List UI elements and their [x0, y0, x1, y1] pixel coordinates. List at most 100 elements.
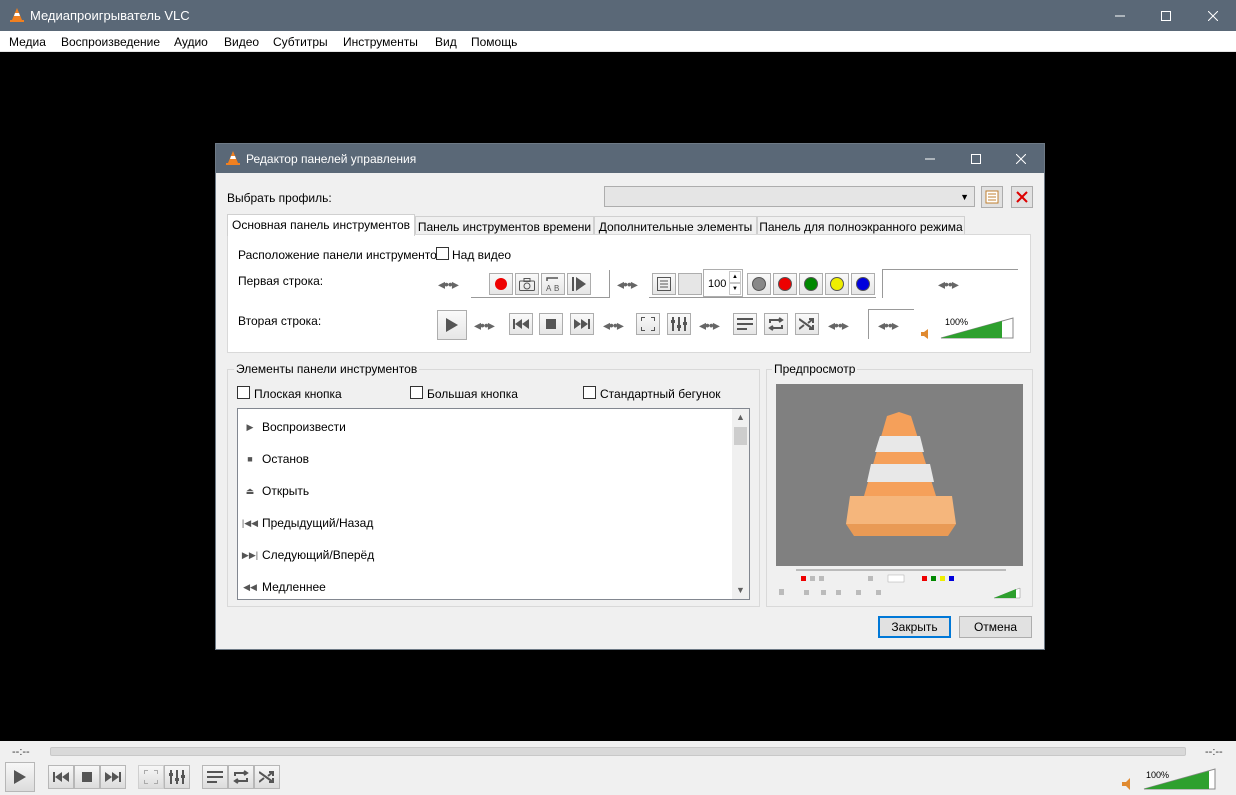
vlc-cone-icon — [225, 150, 241, 169]
stop-icon — [546, 319, 556, 329]
scroll-up-icon[interactable]: ▲ — [732, 409, 749, 426]
green-button[interactable] — [799, 273, 823, 295]
volume-slider[interactable] — [1143, 768, 1216, 790]
close-button[interactable]: Закрыть — [878, 616, 951, 638]
next-button[interactable] — [100, 765, 126, 789]
tab-advanced-widget[interactable]: Дополнительные элементы — [594, 216, 757, 236]
volume-speaker-icon — [921, 328, 933, 342]
spacer-icon[interactable]: ◂••▸ — [617, 276, 638, 293]
profile-select[interactable]: ▼ — [604, 186, 975, 207]
gray-button[interactable] — [747, 273, 771, 295]
dialog-minimize-button[interactable] — [907, 144, 953, 173]
new-profile-button[interactable] — [981, 186, 1003, 208]
list-item[interactable]: ■ Останов — [238, 443, 733, 475]
menu-help[interactable]: Помощь — [471, 35, 517, 49]
stop-button[interactable] — [539, 313, 563, 335]
stop-icon: ■ — [247, 454, 253, 464]
previous-icon — [53, 772, 69, 782]
list-item[interactable]: ◀◀ Медленнее — [238, 571, 733, 599]
list-item[interactable]: ▶ Воспроизвести — [238, 411, 733, 443]
menu-playback[interactable]: Воспроизведение — [61, 35, 160, 49]
spin-up-icon[interactable]: ▲ — [729, 271, 741, 283]
minimize-button[interactable] — [1097, 0, 1143, 31]
loop-button[interactable] — [228, 765, 254, 789]
tab-time-toolbar[interactable]: Панель инструментов времени — [415, 216, 594, 236]
red-dot-icon — [778, 277, 792, 291]
playlist-button[interactable] — [202, 765, 228, 789]
speed-spinbox[interactable]: 100 ▲ ▼ — [703, 269, 743, 297]
menu-subtitles[interactable]: Субтитры — [273, 35, 328, 49]
dialog-maximize-button[interactable] — [953, 144, 999, 173]
cancel-button[interactable]: Отмена — [959, 616, 1032, 638]
above-video-checkbox[interactable] — [436, 247, 449, 260]
extended-settings-button[interactable] — [164, 765, 190, 789]
menu-media[interactable]: Медиа — [9, 35, 46, 49]
list-item[interactable]: ▶▶| Следующий/Вперёд — [238, 539, 733, 571]
spacer-icon[interactable]: ◂••▸ — [699, 317, 720, 334]
scroll-down-icon[interactable]: ▼ — [732, 582, 749, 599]
row1-label: Первая строка: — [238, 274, 324, 288]
yellow-button[interactable] — [825, 273, 849, 295]
flat-button-checkbox[interactable] — [237, 386, 250, 399]
fullscreen-button[interactable] — [636, 313, 660, 335]
play-button[interactable] — [5, 762, 35, 792]
seek-slider[interactable] — [50, 747, 1186, 756]
fullscreen-button[interactable] — [138, 765, 164, 789]
tab-main-toolbar[interactable]: Основная панель инструментов — [227, 214, 415, 236]
record-button[interactable] — [489, 273, 513, 295]
spacer-icon[interactable]: ◂••▸ — [438, 276, 459, 293]
spacer-icon[interactable]: ◂••▸ — [474, 317, 495, 334]
menu-audio[interactable]: Аудио — [174, 35, 208, 49]
blue-button[interactable] — [851, 273, 875, 295]
extended-settings-button[interactable] — [667, 313, 691, 335]
maximize-button[interactable] — [1143, 0, 1189, 31]
list-scrollbar[interactable]: ▲ ▼ — [732, 409, 749, 599]
scroll-thumb[interactable] — [734, 427, 747, 445]
shuffle-button[interactable] — [254, 765, 280, 789]
play-icon — [14, 770, 26, 784]
list-item[interactable]: ⏏ Открыть — [238, 475, 733, 507]
big-button-label: Большая кнопка — [427, 387, 518, 401]
list-item-label: Воспроизвести — [262, 420, 346, 434]
tab-fullscreen-controller[interactable]: Панель для полноэкранного режима — [757, 216, 965, 236]
frame-by-frame-button[interactable] — [567, 273, 591, 295]
delete-profile-button[interactable] — [1011, 186, 1033, 208]
main-titlebar: Медиапроигрыватель VLC — [0, 0, 1236, 31]
shuffle-button[interactable] — [795, 313, 819, 335]
blank-widget[interactable] — [678, 273, 702, 295]
menu-video[interactable]: Видео — [224, 35, 259, 49]
big-button-checkbox[interactable] — [410, 386, 423, 399]
elements-list[interactable]: ▶ Воспроизвести ■ Останов ⏏ Открыть |◀◀ … — [237, 408, 750, 600]
elements-group-title: Элементы панели инструментов — [234, 362, 420, 376]
red-button[interactable] — [773, 273, 797, 295]
spacer-icon[interactable]: ◂••▸ — [938, 276, 959, 293]
volume-speaker-icon[interactable] — [1122, 778, 1136, 793]
stop-button[interactable] — [74, 765, 100, 789]
profile-list-icon — [985, 190, 999, 204]
spacer-icon[interactable]: ◂••▸ — [878, 317, 899, 334]
menu-tools[interactable]: Инструменты — [343, 35, 418, 49]
spacer-icon[interactable]: ◂••▸ — [603, 317, 624, 334]
blue-dot-icon — [856, 277, 870, 291]
playlist-button[interactable] — [733, 313, 757, 335]
spacer-icon[interactable]: ◂••▸ — [828, 317, 849, 334]
play-button[interactable] — [437, 310, 467, 340]
play-icon — [446, 318, 458, 332]
list-item[interactable]: |◀◀ Предыдущий/Назад — [238, 507, 733, 539]
dialog-close-button[interactable] — [998, 144, 1044, 173]
vlc-cone-icon — [846, 412, 956, 536]
ab-loop-button[interactable]: AB — [541, 273, 565, 295]
snapshot-button[interactable] — [515, 273, 539, 295]
previous-button[interactable] — [48, 765, 74, 789]
chapter-button[interactable] — [652, 273, 676, 295]
menu-view[interactable]: Вид — [435, 35, 457, 49]
close-window-button[interactable] — [1190, 0, 1236, 31]
volume-slider[interactable] — [940, 317, 1014, 339]
native-slider-checkbox[interactable] — [583, 386, 596, 399]
next-button[interactable] — [570, 313, 594, 335]
playlist-icon — [737, 318, 753, 330]
loop-button[interactable] — [764, 313, 788, 335]
previous-button[interactable] — [509, 313, 533, 335]
profile-label: Выбрать профиль: — [227, 191, 332, 205]
spin-down-icon[interactable]: ▼ — [729, 283, 741, 295]
